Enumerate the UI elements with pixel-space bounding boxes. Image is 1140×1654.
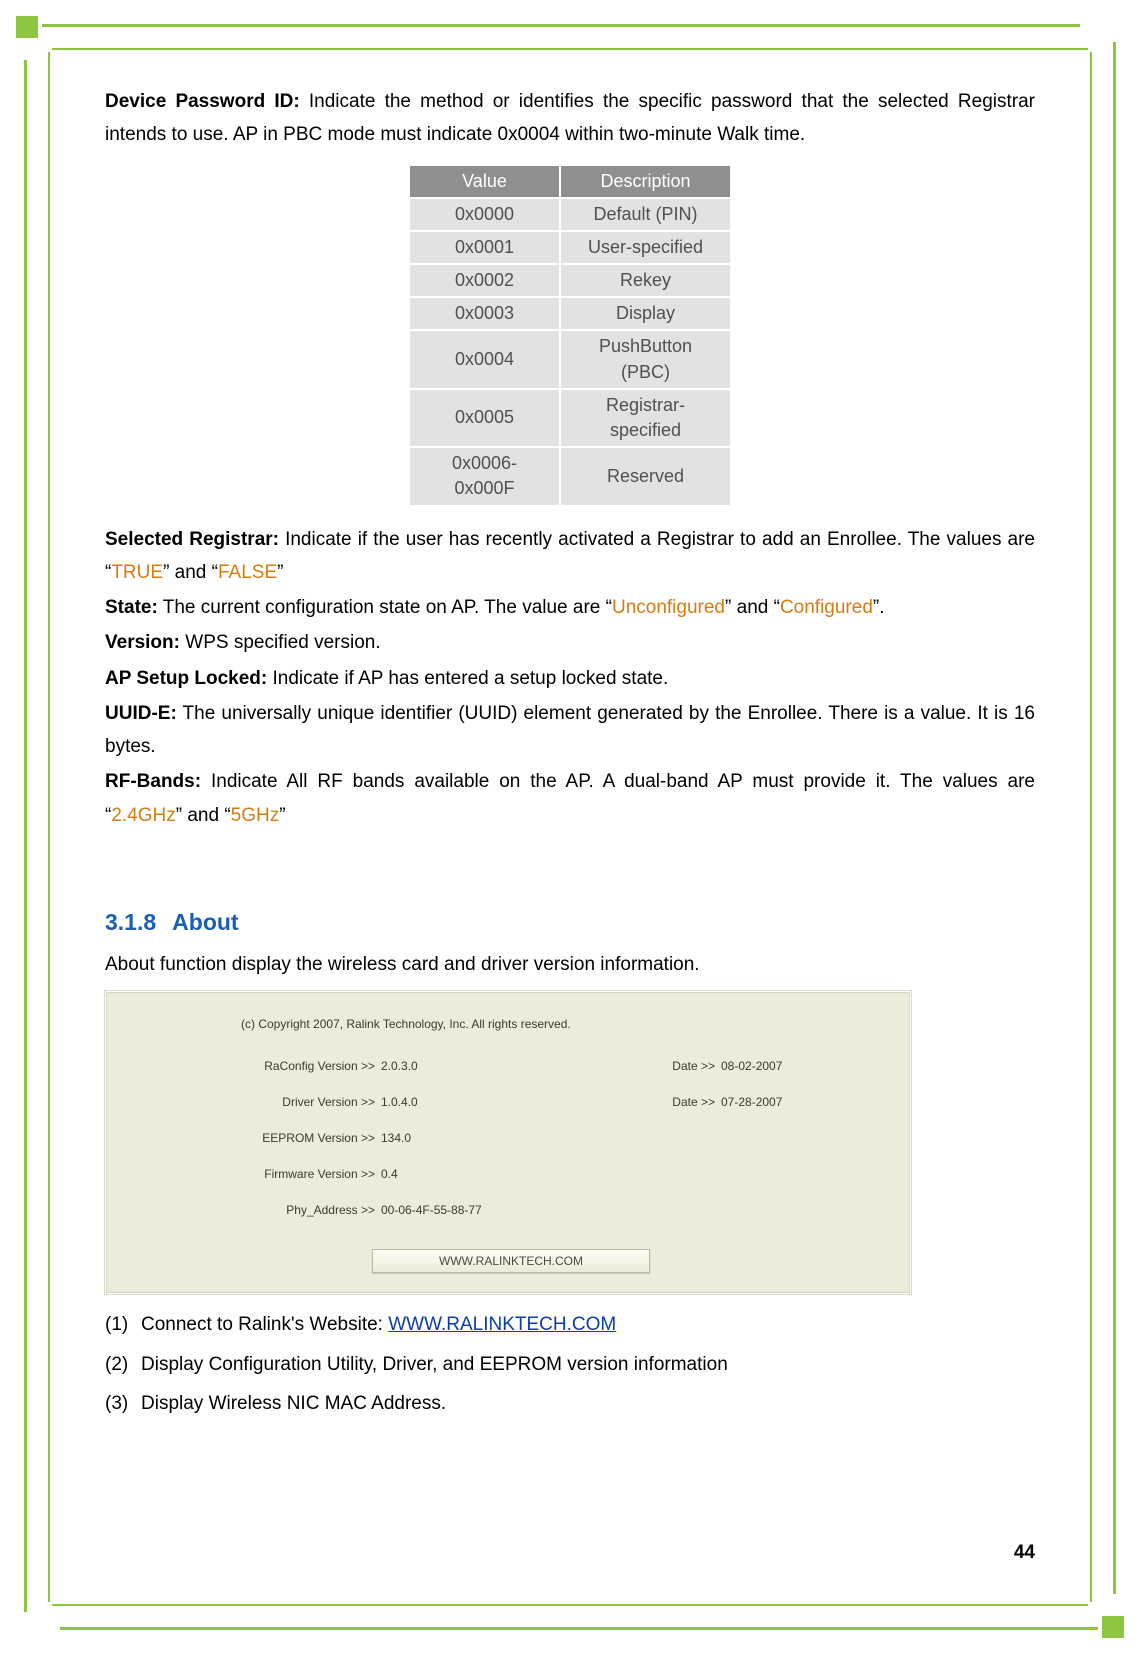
table-cell: PushButton (PBC) bbox=[560, 330, 730, 388]
page: Device Password ID: Indicate the method … bbox=[0, 0, 1140, 1654]
page-number: 44 bbox=[1014, 1536, 1035, 1569]
version-paragraph: Version: WPS specified version. bbox=[105, 626, 1035, 659]
text: WPS specified version. bbox=[180, 632, 381, 653]
about-label: Firmware Version >> bbox=[106, 1164, 381, 1185]
table-header-value: Value bbox=[410, 166, 560, 198]
section-caption: About function display the wireless card… bbox=[105, 948, 1035, 981]
list-text: Display Wireless NIC MAC Address. bbox=[141, 1387, 446, 1420]
section-number: 3.1.8 bbox=[105, 909, 156, 935]
table-cell: Display bbox=[560, 297, 730, 330]
device-password-id-label: Device Password ID: bbox=[105, 91, 300, 112]
about-value: 00-06-4F-55-88-77 bbox=[381, 1200, 601, 1221]
table-cell: 0x0001 bbox=[410, 231, 560, 264]
value-unconfigured: Unconfigured bbox=[612, 597, 725, 618]
table-row: 0x0005Registrar-specified bbox=[410, 389, 730, 447]
about-label: Driver Version >> bbox=[106, 1092, 381, 1113]
list-text: Display Configuration Utility, Driver, a… bbox=[141, 1348, 728, 1381]
about-date-label: Date >> bbox=[531, 1092, 721, 1113]
table-cell: Reserved bbox=[560, 447, 730, 504]
text: ” bbox=[277, 562, 283, 583]
content-area: Device Password ID: Indicate the method … bbox=[105, 85, 1035, 1569]
table-row: 0x0002Rekey bbox=[410, 264, 730, 297]
table-cell: 0x0000 bbox=[410, 198, 560, 231]
list-number: (2) bbox=[105, 1348, 141, 1381]
section-heading-about: 3.1.8 About bbox=[105, 902, 1035, 942]
about-date-value: 08-02-2007 bbox=[721, 1056, 821, 1077]
text: ” and “ bbox=[725, 597, 780, 618]
uuid-label: UUID-E: bbox=[105, 703, 177, 724]
rfbands-paragraph: RF-Bands: Indicate All RF bands availabl… bbox=[105, 765, 1035, 832]
table-row: 0x0000Default (PIN) bbox=[410, 198, 730, 231]
about-value: 2.0.3.0 bbox=[381, 1056, 531, 1077]
list-text: Connect to Ralink's Website: WWW.RALINKT… bbox=[141, 1308, 616, 1341]
text: The current configuration state on AP. T… bbox=[158, 597, 612, 618]
text: The universally unique identifier (UUID)… bbox=[105, 703, 1035, 757]
about-panel: (c) Copyright 2007, Ralink Technology, I… bbox=[105, 991, 911, 1294]
ralinktech-button[interactable]: WWW.RALINKTECH.COM bbox=[372, 1249, 650, 1273]
apsetup-label: AP Setup Locked: bbox=[105, 668, 267, 689]
ralinktech-link[interactable]: WWW.RALINKTECH.COM bbox=[388, 1314, 616, 1335]
about-value: 134.0 bbox=[381, 1128, 531, 1149]
value-5ghz: 5GHz bbox=[231, 805, 280, 826]
numbered-list: (1) Connect to Ralink's Website: WWW.RAL… bbox=[105, 1308, 1035, 1420]
device-password-id-paragraph: Device Password ID: Indicate the method … bbox=[105, 85, 1035, 152]
table-cell: 0x0004 bbox=[410, 330, 560, 388]
state-label: State: bbox=[105, 597, 158, 618]
table-cell: 0x0005 bbox=[410, 389, 560, 447]
about-date-label: Date >> bbox=[531, 1056, 721, 1077]
selected-registrar-paragraph: Selected Registrar: Indicate if the user… bbox=[105, 523, 1035, 590]
about-row-firmware: Firmware Version >> 0.4 bbox=[106, 1164, 910, 1185]
list-item: (1) Connect to Ralink's Website: WWW.RAL… bbox=[105, 1308, 1035, 1341]
table-header-description: Description bbox=[560, 166, 730, 198]
value-true: TRUE bbox=[111, 562, 163, 583]
about-label: RaConfig Version >> bbox=[106, 1056, 381, 1077]
about-copyright: (c) Copyright 2007, Ralink Technology, I… bbox=[241, 1014, 571, 1035]
table-cell: Registrar-specified bbox=[560, 389, 730, 447]
section-title: About bbox=[172, 909, 238, 935]
list-item: (3) Display Wireless NIC MAC Address. bbox=[105, 1387, 1035, 1420]
table-cell: 0x0003 bbox=[410, 297, 560, 330]
about-row-driver: Driver Version >> 1.0.4.0 Date >> 07-28-… bbox=[106, 1092, 910, 1113]
text: ” and “ bbox=[176, 805, 231, 826]
version-label: Version: bbox=[105, 632, 180, 653]
value-false: FALSE bbox=[218, 562, 277, 583]
table-row: 0x0004PushButton (PBC) bbox=[410, 330, 730, 388]
text: ”. bbox=[873, 597, 885, 618]
list-item: (2) Display Configuration Utility, Drive… bbox=[105, 1348, 1035, 1381]
about-row-phyaddress: Phy_Address >> 00-06-4F-55-88-77 bbox=[106, 1200, 910, 1221]
table-row: 0x0001User-specified bbox=[410, 231, 730, 264]
apsetup-paragraph: AP Setup Locked: Indicate if AP has ente… bbox=[105, 662, 1035, 695]
table-cell: Rekey bbox=[560, 264, 730, 297]
rfbands-label: RF-Bands: bbox=[105, 771, 201, 792]
table-cell: Default (PIN) bbox=[560, 198, 730, 231]
about-date-value: 07-28-2007 bbox=[721, 1092, 821, 1113]
text: Indicate if AP has entered a setup locke… bbox=[267, 668, 668, 689]
table-cell: User-specified bbox=[560, 231, 730, 264]
selected-registrar-label: Selected Registrar: bbox=[105, 529, 279, 550]
about-label: EEPROM Version >> bbox=[106, 1128, 381, 1149]
uuid-paragraph: UUID-E: The universally unique identifie… bbox=[105, 697, 1035, 764]
text: Connect to Ralink's Website: bbox=[141, 1314, 388, 1335]
about-row-raconfig: RaConfig Version >> 2.0.3.0 Date >> 08-0… bbox=[106, 1056, 910, 1077]
text: ” and “ bbox=[163, 562, 218, 583]
state-paragraph: State: The current configuration state o… bbox=[105, 591, 1035, 624]
text: ” bbox=[279, 805, 285, 826]
value-configured: Configured bbox=[780, 597, 873, 618]
list-number: (1) bbox=[105, 1308, 141, 1341]
about-row-eeprom: EEPROM Version >> 134.0 bbox=[106, 1128, 910, 1149]
about-label: Phy_Address >> bbox=[106, 1200, 381, 1221]
table-header-row: Value Description bbox=[410, 166, 730, 198]
about-value: 0.4 bbox=[381, 1164, 531, 1185]
table-row: 0x0006-0x000FReserved bbox=[410, 447, 730, 504]
about-value: 1.0.4.0 bbox=[381, 1092, 531, 1113]
value-description-table: Value Description 0x0000Default (PIN) 0x… bbox=[410, 166, 730, 505]
list-number: (3) bbox=[105, 1387, 141, 1420]
table-cell: 0x0006-0x000F bbox=[410, 447, 560, 504]
value-24ghz: 2.4GHz bbox=[111, 805, 175, 826]
table-cell: 0x0002 bbox=[410, 264, 560, 297]
table-row: 0x0003Display bbox=[410, 297, 730, 330]
